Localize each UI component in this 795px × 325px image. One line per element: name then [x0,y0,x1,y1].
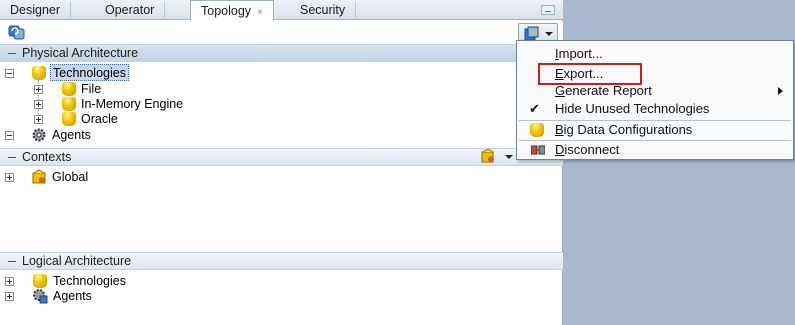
minimize-icon[interactable] [541,5,555,15]
collapse-icon[interactable] [8,53,16,55]
close-icon[interactable]: × [257,7,263,18]
tree-node-oracle[interactable]: Oracle [0,111,300,127]
tree-node-logical-technologies[interactable]: Technologies [0,273,300,289]
section-title: Physical Architecture [22,46,139,60]
cylinder-icon [62,112,76,126]
gear-icon [32,128,46,142]
tree-node-file[interactable]: File [0,81,300,97]
tab-label: Designer [10,3,61,17]
collapse-icon[interactable] [8,261,16,263]
topology-dropdown-menu: Import... Export... Generate Report ✔ Hid… [516,40,794,160]
tree-node-global[interactable]: Global [0,169,300,185]
menu-item-label: Big Data Configurations [555,122,693,137]
tree-node-agents[interactable]: Agents [0,127,300,143]
section-title: Logical Architecture [22,254,132,268]
toolbar [0,21,563,43]
chevron-down-icon [545,32,553,36]
menu-item-big-data-configurations[interactable]: Big Data Configurations [517,121,793,139]
logical-architecture-header[interactable]: Logical Architecture [0,252,563,270]
contexts-menu-button[interactable] [478,149,518,165]
chevron-right-icon [778,87,783,95]
checkmark-icon: ✔ [529,101,540,116]
expand-icon[interactable] [5,277,14,286]
topology-menu-icon [524,26,539,41]
tree-node-label: Agents [52,128,91,142]
tree-node-in-memory-engine[interactable]: In-Memory Engine [0,96,300,112]
expand-icon[interactable] [34,115,43,124]
tree-node-label: Technologies [50,64,129,81]
chevron-down-icon [505,155,513,159]
tree-node-label: Global [52,170,89,184]
menu-item-disconnect[interactable]: Disconnect [517,141,793,159]
cylinder-icon [33,274,47,288]
expand-icon[interactable] [34,85,43,94]
tree-node-label: File [81,82,102,96]
menu-item-import[interactable]: Import... [517,45,793,63]
menu-item-label: Hide Unused Technologies [555,101,710,116]
tab-bar: Designer Operator Topology × Security [0,0,563,21]
tab-designer[interactable]: Designer [0,2,72,20]
expand-icon[interactable] [5,292,14,301]
collapse-icon[interactable] [5,69,14,78]
topology-panel: Designer Operator Topology × Security Phy… [0,0,563,325]
menu-item-hide-unused-technologies[interactable]: ✔ Hide Unused Technologies [517,100,793,118]
collapse-icon[interactable] [8,157,16,159]
tab-label: Security [300,3,346,17]
menu-item-generate-report[interactable]: Generate Report [517,82,793,100]
menu-item-label: Import... [555,46,603,61]
section-title: Contexts [22,150,72,164]
expand-icon[interactable] [5,173,14,182]
tree-node-logical-agents[interactable]: Agents [0,288,300,304]
agent-icon [33,289,48,304]
tab-label: Operator [105,3,155,17]
context-icon [481,149,494,163]
collapse-icon[interactable] [5,131,14,140]
cylinder-icon [32,66,46,80]
tab-topology[interactable]: Topology × [190,0,274,21]
cylinder-icon [530,123,544,137]
tree-node-label: Agents [53,289,92,303]
tab-label: Topology [201,4,252,18]
menu-item-label: Generate Report [555,83,652,98]
cylinder-icon [62,97,76,111]
physical-architecture-header[interactable]: Physical Architecture [0,44,563,62]
tree-node-label: In-Memory Engine [81,97,184,111]
tree-node-label: Technologies [53,274,126,288]
tree-node-label: Oracle [81,112,118,126]
tab-security[interactable]: Security [290,2,357,20]
tab-operator[interactable]: Operator [95,2,166,20]
expand-icon[interactable] [34,100,43,109]
context-icon [32,169,46,184]
cylinder-icon [62,82,76,96]
refresh-icon[interactable] [8,24,26,40]
disconnect-icon [531,145,545,155]
menu-item-label: Disconnect [555,142,620,157]
tree-node-technologies[interactable]: Technologies [0,64,300,81]
